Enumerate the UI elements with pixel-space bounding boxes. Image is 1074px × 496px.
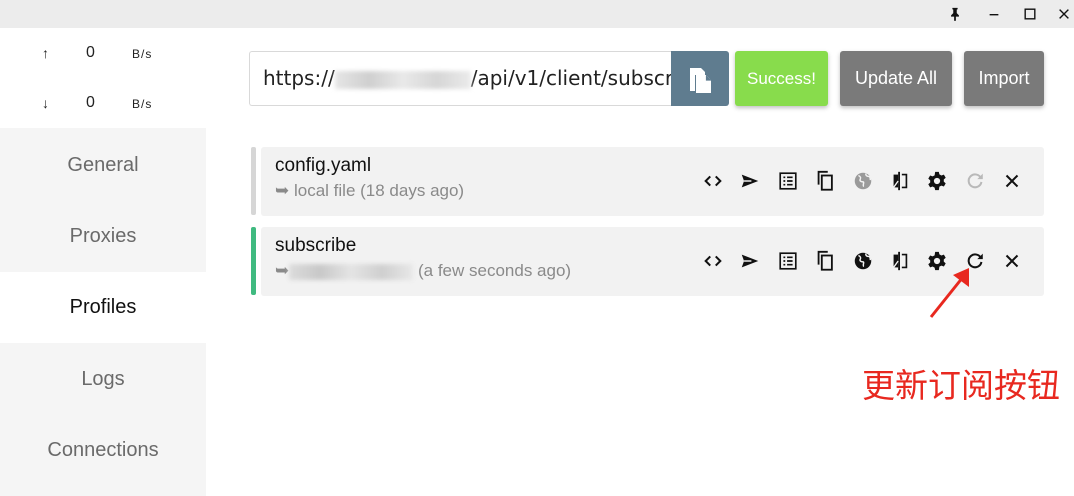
profile-name: subscribe <box>275 235 357 256</box>
annotation-arrow-icon <box>929 268 969 318</box>
upload-arrow-icon: ↑ <box>42 45 49 61</box>
sidebar: ↑ 0 B/s ↓ 0 B/s General Proxies Profiles… <box>0 28 206 496</box>
sidebar-item-profiles[interactable]: Profiles <box>0 272 206 343</box>
title-bar <box>0 0 1074 28</box>
close-icon[interactable] <box>998 167 1026 195</box>
import-button[interactable]: Import <box>964 51 1044 106</box>
sidebar-nav: General Proxies Profiles Logs Connection… <box>0 128 206 496</box>
globe-icon[interactable] <box>849 247 877 275</box>
gear-icon[interactable] <box>923 167 951 195</box>
subscription-url-input[interactable]: https:// /api/v1/client/subscr <box>249 51 671 106</box>
profile-indicator-inactive <box>251 147 256 215</box>
sidebar-item-connections[interactable]: Connections <box>0 415 206 486</box>
close-window-icon[interactable] <box>1046 2 1074 26</box>
profile-updated-time: (a few seconds ago) <box>417 261 572 280</box>
download-unit: B/s <box>132 97 153 111</box>
download-value: 0 <box>86 94 95 111</box>
success-button[interactable]: Success! <box>735 51 828 106</box>
traffic-panel: ↑ 0 B/s ↓ 0 B/s <box>0 28 206 128</box>
list-icon[interactable] <box>774 167 802 195</box>
arrow-icon: ➥ <box>275 181 290 200</box>
copy-icon[interactable] <box>811 167 839 195</box>
code-icon[interactable] <box>699 167 727 195</box>
refresh-icon[interactable] <box>961 167 989 195</box>
download-speed: ↓ 0 B/s <box>0 92 206 116</box>
profile-indicator-active <box>251 227 256 295</box>
list-icon[interactable] <box>774 247 802 275</box>
upload-unit: B/s <box>132 47 153 61</box>
sidebar-item-general[interactable]: General <box>0 130 206 201</box>
profile-updated-time: (18 days ago) <box>360 181 465 200</box>
arrow-icon: ➥ <box>275 261 290 280</box>
send-icon[interactable] <box>736 167 764 195</box>
redacted-source <box>289 263 414 280</box>
sidebar-item-proxies[interactable]: Proxies <box>0 201 206 272</box>
redacted-host <box>334 70 471 89</box>
maximize-icon[interactable] <box>1012 2 1048 26</box>
paste-button[interactable] <box>671 51 729 106</box>
upload-speed: ↑ 0 B/s <box>0 42 206 66</box>
profile-source: ➥ local file (18 days ago) <box>275 181 464 201</box>
annotation-label: 更新订阅按钮 <box>862 367 1060 404</box>
url-prefix: https:// <box>263 66 335 90</box>
globe-icon[interactable] <box>849 167 877 195</box>
compare-icon[interactable] <box>886 247 914 275</box>
url-suffix: /api/v1/client/subscr <box>470 66 671 90</box>
sidebar-item-logs[interactable]: Logs <box>0 344 206 415</box>
pin-icon[interactable] <box>937 2 973 26</box>
update-all-button[interactable]: Update All <box>840 51 952 106</box>
download-arrow-icon: ↓ <box>42 95 49 111</box>
upload-value: 0 <box>86 44 95 61</box>
profile-source: ➥ (a few seconds ago) <box>275 261 571 281</box>
paste-icon <box>690 67 711 93</box>
code-icon[interactable] <box>699 247 727 275</box>
profile-name: config.yaml <box>275 155 372 176</box>
profile-card-config[interactable]: config.yaml ➥ local file (18 days ago) <box>261 147 1044 216</box>
minimize-icon[interactable] <box>976 2 1012 26</box>
close-icon[interactable] <box>998 247 1026 275</box>
profile-source-text: local file <box>293 181 356 200</box>
copy-icon[interactable] <box>811 247 839 275</box>
compare-icon[interactable] <box>886 167 914 195</box>
send-icon[interactable] <box>736 247 764 275</box>
